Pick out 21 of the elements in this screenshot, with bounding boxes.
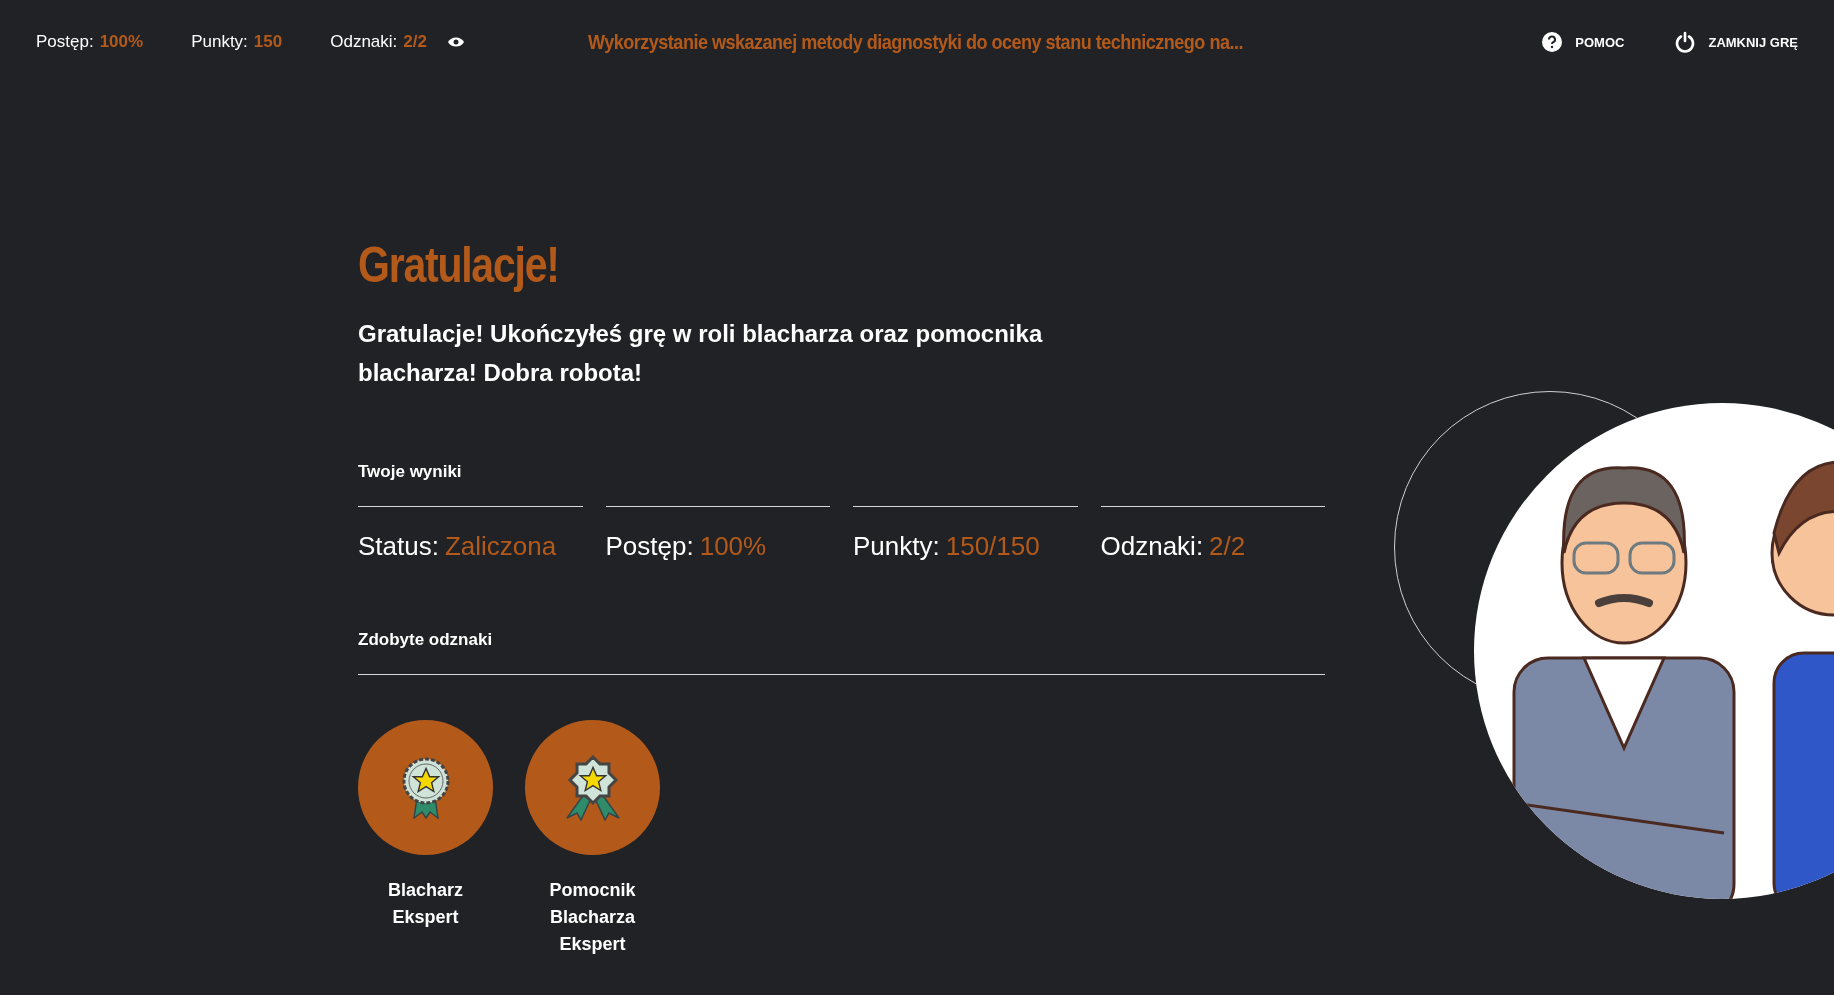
help-button[interactable]: POMOC	[1541, 31, 1625, 53]
badge-name: Blacharz Ekspert	[386, 879, 464, 929]
result-stat: Punkty: 150/150	[853, 506, 1078, 562]
stat-label: Postęp: 100%	[36, 32, 144, 52]
result-stat: Status: Zaliczona	[358, 506, 583, 562]
section-title: Twoje wyniki	[358, 462, 463, 482]
congrats-heading: Gratulacje!	[358, 236, 559, 294]
rosette-icon	[563, 754, 622, 821]
close-game-button[interactable]: ZAMKNIJ GRĘ	[1674, 31, 1798, 53]
eye-icon[interactable]	[446, 36, 465, 48]
rosette-icon	[400, 756, 451, 819]
result-stat: Postęp: 100%	[605, 506, 830, 562]
stat-label: Punkty: 150	[191, 32, 283, 52]
stat-label: Odznaki: 2/2	[330, 32, 427, 52]
result-stat: Odznaki: 2/2	[1100, 506, 1325, 562]
congrats-message: Gratulacje! Ukończyłeś grę w roli blacharza oraz pomocnika blacharza! Dobra robota!	[358, 319, 1044, 388]
section-title: Zdobyte odznaki	[358, 630, 1325, 675]
power-icon	[1674, 31, 1697, 53]
help-icon	[1541, 31, 1564, 53]
game-title: Wykorzystanie wskazanej metody diagnostyki do oceny stanu technicznego na...	[588, 30, 1244, 54]
badge-name: Pomocnik Blacharza Ekspert	[548, 879, 637, 956]
